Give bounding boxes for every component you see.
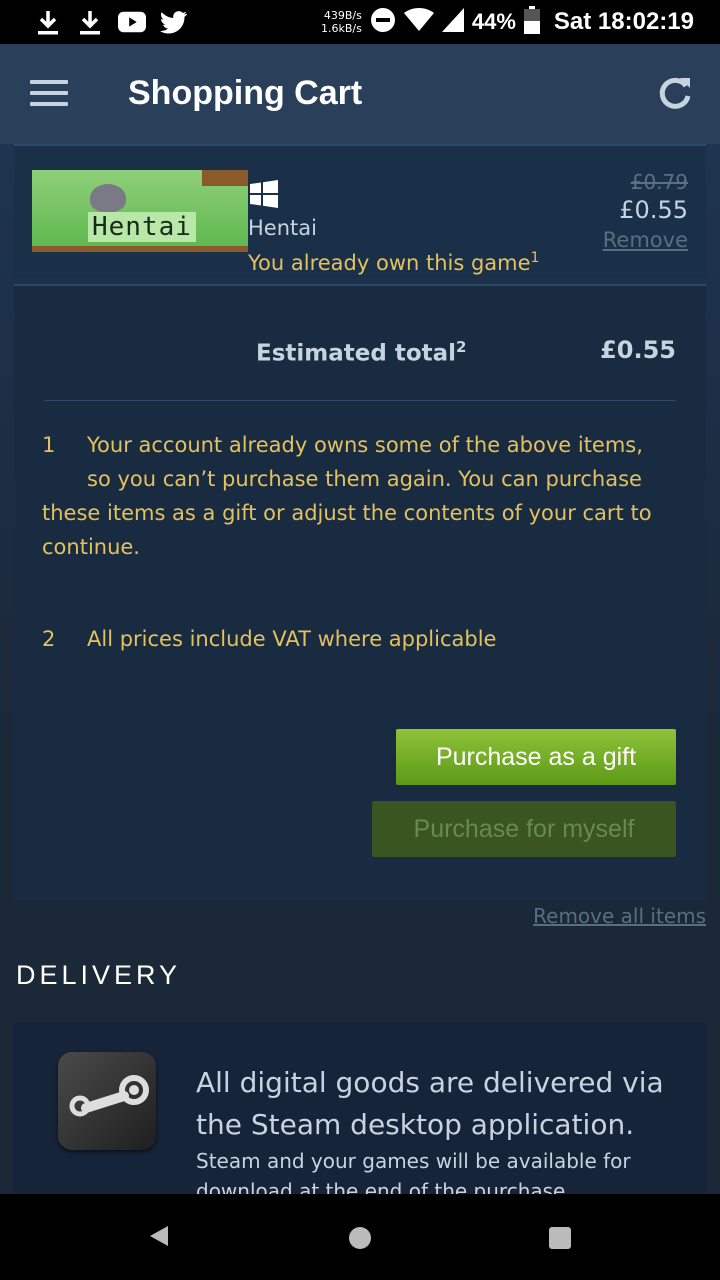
footnote-number: 1: [42, 433, 56, 457]
footnote-text: these items as a gift or adjust the cont…: [42, 501, 652, 559]
footnote-text: so you can’t purchase them again. You ca…: [87, 467, 642, 491]
delivery-title: All digital goods are delivered via the …: [196, 1066, 664, 1141]
status-bar: 439B/s 1.6kB/s 44% Sat 18:02:19: [0, 0, 720, 44]
twitter-icon: [160, 8, 188, 36]
estimated-total-label: Estimated total2: [256, 338, 466, 367]
cart-item: Hentai Hentai You already own this game1…: [14, 144, 706, 278]
footnote-marker: 1: [530, 250, 540, 266]
menu-icon[interactable]: [30, 80, 68, 110]
delivery-subtitle: Steam and your games will be available f…: [196, 1149, 631, 1194]
download-icon: [76, 8, 104, 36]
footnote-text: All prices include VAT where applicable: [87, 627, 497, 651]
dnd-icon: [370, 7, 396, 37]
windows-icon: [250, 180, 278, 208]
cart-summary: Estimated total2 £0.55 1 Your account alr…: [14, 284, 706, 900]
game-thumbnail[interactable]: Hentai: [32, 170, 248, 252]
back-icon[interactable]: [148, 1224, 170, 1252]
download-icon: [34, 8, 62, 36]
owned-notice: You already own this game1: [248, 250, 539, 275]
original-price: £0.79: [630, 170, 688, 194]
purchase-gift-button[interactable]: Purchase as a gift: [396, 729, 676, 785]
signal-icon: [441, 8, 464, 36]
steam-logo-icon: [58, 1052, 156, 1150]
app-bar: Shopping Cart: [0, 44, 720, 144]
delivery-heading: DELIVERY: [16, 960, 182, 990]
thumb-logo-text: Hentai: [88, 212, 196, 242]
footnote-2: 2 All prices include VAT where applicable: [42, 622, 682, 656]
game-name[interactable]: Hentai: [248, 216, 317, 240]
footnote-1: 1 Your account already owns some of the a…: [42, 428, 682, 564]
cart-content: Hentai Hentai You already own this game1…: [0, 144, 720, 1194]
remove-item-link[interactable]: Remove: [603, 228, 688, 252]
remove-all-link[interactable]: Remove all items: [533, 904, 706, 928]
wifi-icon: [403, 8, 434, 36]
net-down-text: 1.6kB/s: [321, 22, 362, 35]
footnote-text: Your account already owns some of the ab…: [87, 433, 643, 457]
thumb-character: [90, 184, 126, 212]
owned-notice-text: You already own this game: [248, 251, 531, 275]
home-icon[interactable]: [349, 1227, 371, 1249]
net-up-text: 439B/s: [323, 9, 362, 22]
recents-icon[interactable]: [549, 1227, 571, 1249]
footnote-number: 2: [42, 627, 56, 651]
footnote-marker: 2: [456, 338, 467, 356]
divider: [44, 400, 676, 401]
page-title: Shopping Cart: [128, 74, 363, 112]
final-price: £0.55: [619, 196, 688, 224]
youtube-icon: [118, 8, 146, 36]
thumb-decoration: [202, 170, 248, 186]
clock: Sat 18:02:19: [553, 8, 694, 35]
estimated-total-text: Estimated total: [256, 340, 457, 367]
battery-percent: 44%: [471, 9, 516, 34]
battery-icon: [523, 6, 540, 38]
delivery-panel: All digital goods are delivered via the …: [14, 1022, 706, 1194]
estimated-total-value: £0.55: [600, 336, 676, 364]
refresh-icon[interactable]: [656, 74, 694, 112]
navigation-bar: [0, 1194, 720, 1280]
purchase-myself-button[interactable]: Purchase for myself: [372, 801, 676, 857]
network-speed: 439B/s 1.6kB/s: [321, 9, 362, 35]
